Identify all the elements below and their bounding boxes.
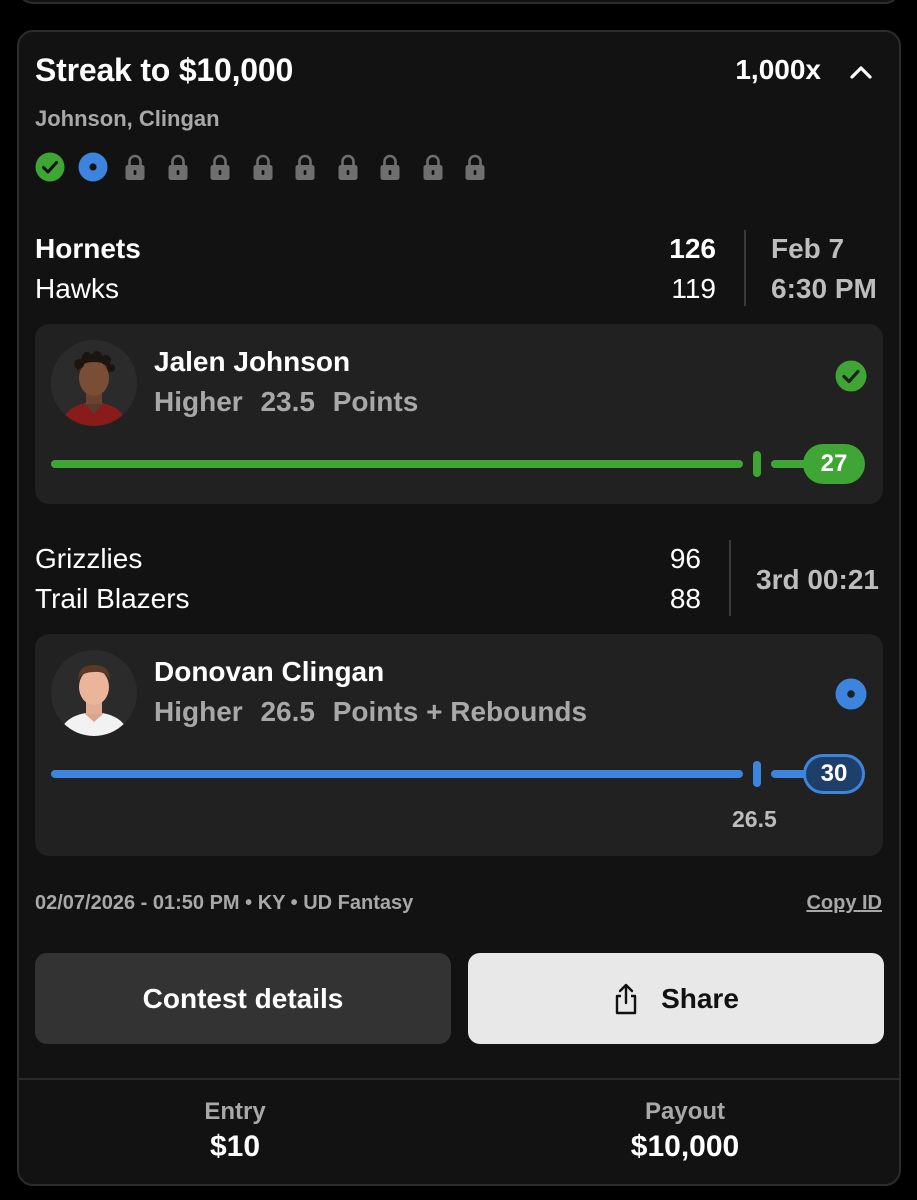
in-progress-dot-icon <box>78 152 107 182</box>
share-label: Share <box>661 982 739 1014</box>
actual-stat-bubble: 30 <box>803 754 865 794</box>
copy-id-link[interactable]: Copy ID <box>806 892 882 915</box>
pick-line-value: 23.5 <box>260 386 315 417</box>
chevron-up-icon[interactable] <box>845 56 877 88</box>
player-headshot-image <box>51 340 137 426</box>
player-headshot-image <box>51 650 137 736</box>
pick-player-name: Donovan Clingan <box>154 656 385 687</box>
game2-away-team: Trail Blazers <box>35 583 190 614</box>
pick-stat: Points <box>332 386 419 417</box>
game1-home-team: Hornets <box>35 233 141 264</box>
actual-stat-bubble: 27 <box>803 444 865 484</box>
game2-away-score: 88 <box>669 583 701 614</box>
pick-line-value: 26.5 <box>260 696 315 727</box>
player-avatar <box>51 340 137 426</box>
payout-multiplier: 1,000x <box>735 54 821 85</box>
game1-teams: Hornets Hawks <box>35 229 141 309</box>
pick-direction: Higher <box>154 696 243 727</box>
streak-progress <box>35 152 490 182</box>
pick-line: Higher 26.5 Points + Rebounds <box>154 696 587 728</box>
lock-icon <box>423 154 442 180</box>
progress-track <box>51 460 743 468</box>
game1-home-score: 126 <box>669 233 716 264</box>
check-circle-icon <box>835 360 867 392</box>
line-marker <box>753 761 761 787</box>
lock-icon <box>210 154 230 180</box>
pick-player-name: Jalen Johnson <box>154 346 351 377</box>
share-icon <box>615 983 637 1014</box>
lock-icon <box>125 154 145 180</box>
lock-icon <box>168 154 187 180</box>
entry-label: Entry <box>204 1098 266 1125</box>
line-marker-label: 26.5 <box>732 806 777 832</box>
player-avatar <box>51 650 137 736</box>
lock-icon <box>465 154 485 180</box>
game1-scores: 126 119 <box>669 229 716 309</box>
game2-scores: 96 88 <box>670 539 701 619</box>
entry-card: Streak to $10,000 1,000x Johnson, Clinga… <box>17 30 901 1186</box>
lock-icon <box>253 154 272 180</box>
pick-direction: Higher <box>154 386 243 417</box>
lock-icon <box>338 154 357 180</box>
progress-track <box>51 770 743 778</box>
in-progress-dot-icon <box>835 678 867 710</box>
pick-card-jalen-johnson[interactable]: Jalen Johnson Higher 23.5 Points 27 <box>35 324 883 504</box>
footer-divider <box>19 1078 899 1080</box>
game1-away-score: 119 <box>671 273 716 304</box>
game1-away-team: Hawks <box>35 273 120 304</box>
game1-date: Feb 7 <box>771 233 845 264</box>
entry-amount: Entry $10 <box>35 1098 435 1164</box>
game1-time: 6:30 PM <box>771 273 877 304</box>
game2-teams: Grizzlies Trail Blazers <box>35 539 190 619</box>
game2-clock: 3rd 00:21 <box>756 564 879 595</box>
check-circle-icon <box>35 152 65 182</box>
lock-icon <box>295 154 315 180</box>
game2-divider <box>729 540 731 616</box>
line-marker <box>753 451 761 477</box>
share-button[interactable]: Share <box>468 953 884 1044</box>
entry-value: $10 <box>209 1130 261 1163</box>
pick-card-donovan-clingan[interactable]: Donovan Clingan Higher 26.5 Points + Reb… <box>35 634 883 856</box>
payout-value: $10,000 <box>630 1130 740 1163</box>
payout-label: Payout <box>644 1098 725 1125</box>
game2-home-team: Grizzlies <box>35 543 143 574</box>
entry-meta-info: 02/07/2026 - 01:50 PM • KY • UD Fantasy <box>35 892 414 914</box>
game1-schedule: Feb 7 6:30 PM <box>771 229 877 309</box>
pick-stat: Points + Rebounds <box>332 696 588 727</box>
lock-icon <box>380 154 400 180</box>
game1-divider <box>744 230 746 306</box>
contest-details-button[interactable]: Contest details <box>35 953 451 1044</box>
pick-line: Higher 23.5 Points <box>154 386 418 418</box>
entry-title: Streak to $10,000 <box>35 52 294 88</box>
payout-amount: Payout $10,000 <box>485 1098 885 1164</box>
game2-home-score: 96 <box>669 543 701 574</box>
contest-details-label: Contest details <box>142 982 344 1014</box>
entry-players-summary: Johnson, Clingan <box>35 106 220 131</box>
previous-entry-card-edge <box>17 0 901 4</box>
